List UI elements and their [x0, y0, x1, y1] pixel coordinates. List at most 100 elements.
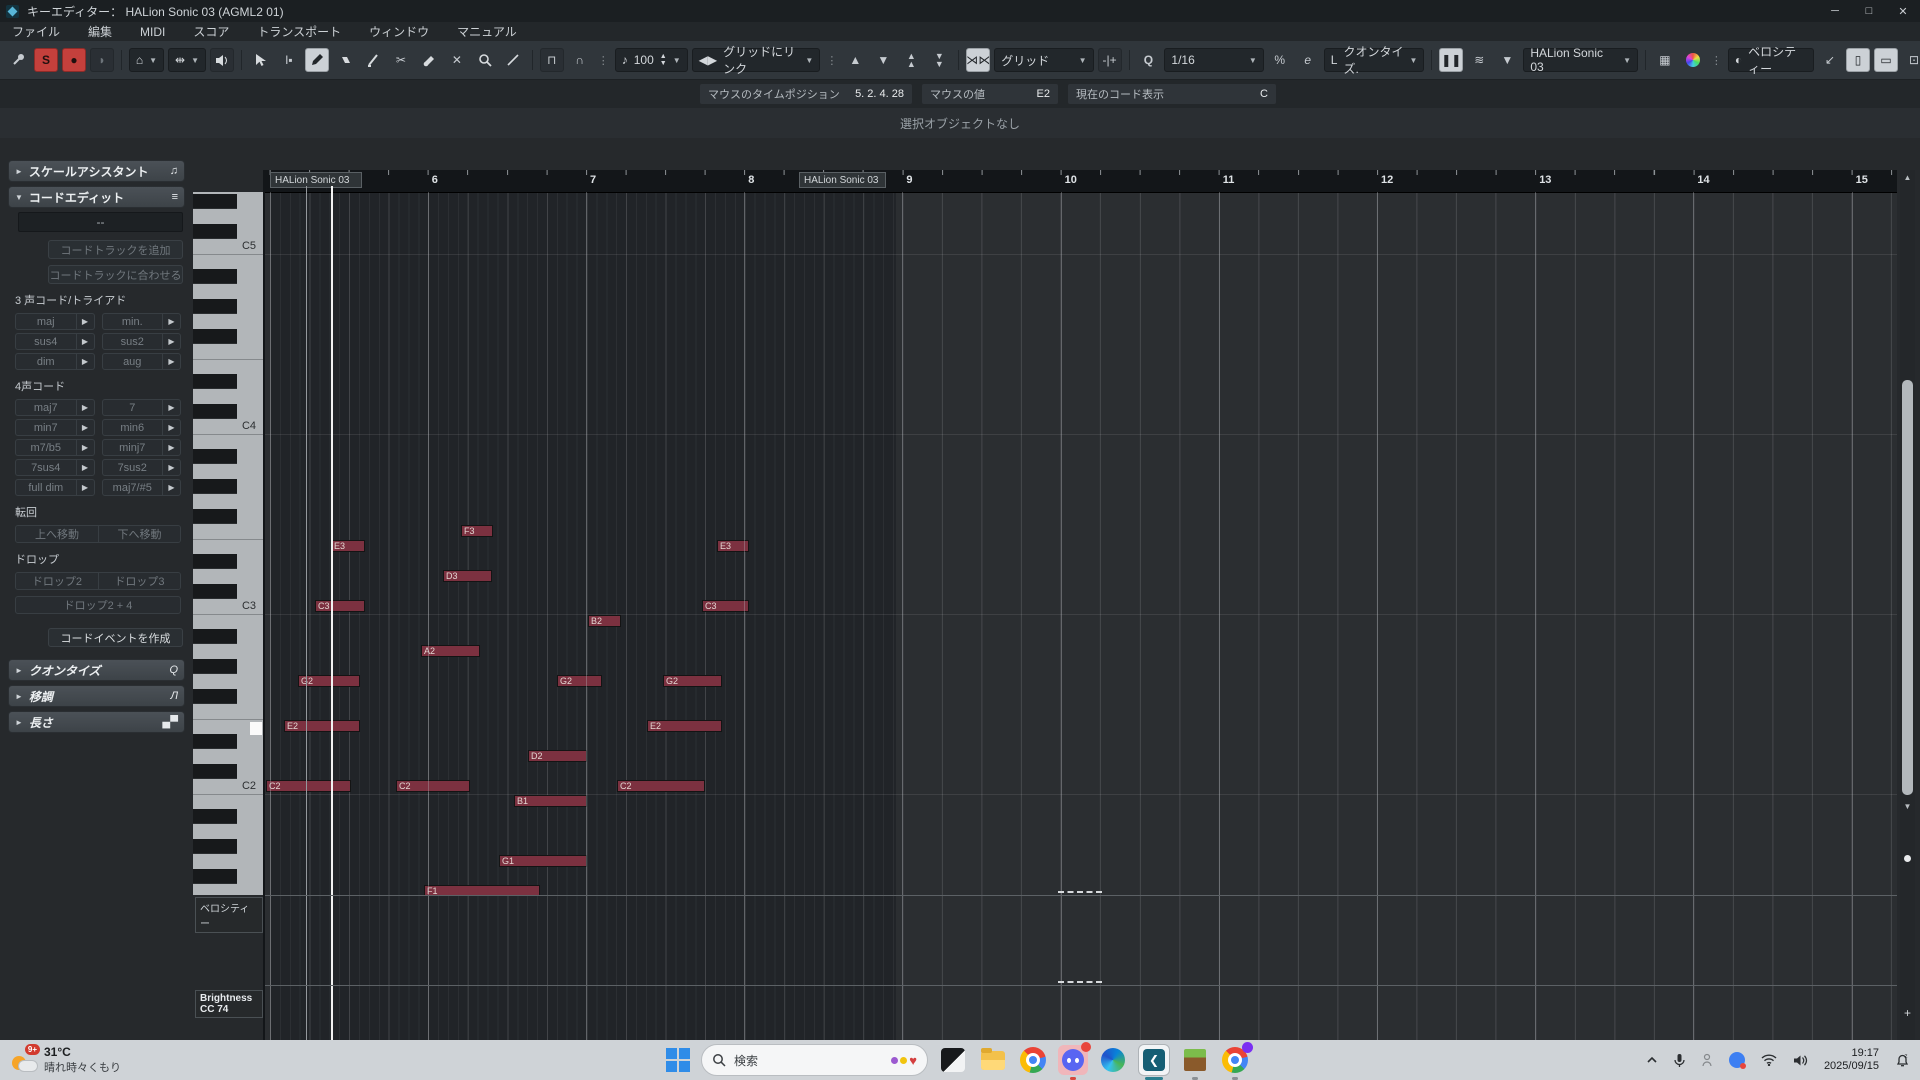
black-key[interactable]	[193, 329, 237, 344]
edge-icon[interactable]	[1098, 1045, 1128, 1075]
start-button[interactable]	[665, 1047, 691, 1073]
volume-tray-icon[interactable]	[1793, 1054, 1808, 1067]
black-key[interactable]	[193, 224, 237, 239]
drop-button-ドロップ2[interactable]: ドロップ2	[16, 573, 98, 589]
chord-button-maj7/#5[interactable]: maj7/#5▶	[102, 479, 182, 496]
chord-button-minj7[interactable]: minj7▶	[102, 439, 182, 456]
midi-note-F1[interactable]: F1	[424, 885, 540, 895]
chord-play-icon[interactable]: ▶	[162, 400, 180, 415]
cc-lane-label[interactable]: BrightnessCC 74	[195, 990, 263, 1018]
link-to-grid-dropdown[interactable]: ◀▶ グリッドにリンク▼	[692, 48, 821, 72]
chord-play-icon[interactable]: ▶	[162, 480, 180, 495]
black-key[interactable]	[193, 449, 237, 464]
black-key[interactable]	[193, 689, 237, 704]
section-quantize[interactable]: ►クオンタイズQ	[8, 659, 185, 681]
chord-button-min7[interactable]: min7▶	[15, 419, 95, 436]
hidden-icons-chevron[interactable]	[1646, 1056, 1658, 1064]
midi-note-G2[interactable]: G2	[663, 675, 722, 687]
chord-play-icon[interactable]: ▶	[76, 440, 94, 455]
part-pin-dropdown[interactable]: ⇹▼	[168, 48, 206, 72]
chord-play-icon[interactable]: ▶	[76, 354, 94, 369]
independent-loop-icon[interactable]: ⊓	[540, 48, 564, 72]
part-name-flag[interactable]: HALion Sonic 03	[270, 172, 362, 188]
match-chord-track-button[interactable]: コードトラックに合わせる	[48, 265, 183, 284]
transpose-down-icon[interactable]: ▼	[871, 48, 895, 72]
inversion-button-下へ移動[interactable]: 下へ移動	[98, 526, 180, 542]
velocity-lane-label[interactable]: ベロシティー	[195, 897, 263, 933]
edit-active-part-icon[interactable]: ≋	[1467, 48, 1491, 72]
inversion-button-上へ移動[interactable]: 上へ移動	[16, 526, 98, 542]
info-field-value[interactable]: C	[1260, 88, 1268, 100]
minecraft-icon[interactable]	[1180, 1045, 1210, 1075]
transpose-up-icon[interactable]: ▲	[843, 48, 867, 72]
curve-loop-icon[interactable]: ∩	[568, 48, 592, 72]
scissors-split-tool[interactable]: ✂	[389, 48, 413, 72]
black-key[interactable]	[193, 554, 237, 569]
transpose-octave-down-icon[interactable]: ▼▼	[927, 48, 951, 72]
chord-button-min.[interactable]: min.▶	[102, 313, 182, 330]
section-dots[interactable]: ⋮	[824, 54, 839, 67]
black-key[interactable]	[193, 404, 237, 419]
insert-velocity-value[interactable]: 100	[634, 53, 654, 67]
autoscroll-dropdown[interactable]: ⌂▼	[129, 48, 164, 72]
chord-button-sus4[interactable]: sus4▶	[15, 333, 95, 350]
object-selection-tool[interactable]	[249, 48, 273, 72]
chord-button-7[interactable]: 7▶	[102, 399, 182, 416]
velocity-caret[interactable]: ▼	[673, 56, 681, 65]
menu-item-MIDI[interactable]: MIDI	[140, 25, 165, 39]
chord-play-icon[interactable]: ▶	[162, 420, 180, 435]
midi-note-C2[interactable]: C2	[396, 780, 470, 792]
mute-tool[interactable]: ✕	[445, 48, 469, 72]
timeline-ruler[interactable]: 6789101112131415HALion Sonic 03HALion So…	[265, 170, 1897, 193]
taskbar-clock[interactable]: 19:17 2025/09/15	[1824, 1047, 1879, 1073]
length-quantize-dropdown[interactable]: L クオンタイズ.▼	[1324, 48, 1425, 72]
corner-arrow-icon[interactable]: ↙	[1818, 48, 1842, 72]
chrome-icon[interactable]	[1018, 1045, 1048, 1075]
step-grid-icon[interactable]: ▦	[1653, 48, 1677, 72]
chord-play-icon[interactable]: ▶	[76, 480, 94, 495]
eraser-tool[interactable]	[333, 48, 357, 72]
section-dots[interactable]: ⋮	[596, 54, 611, 67]
setup-window-layout-icon[interactable]: ⊡	[1902, 48, 1920, 72]
wifi-tray-icon[interactable]	[1761, 1054, 1777, 1066]
black-key[interactable]	[193, 299, 237, 314]
chord-button-sus2[interactable]: sus2▶	[102, 333, 182, 350]
scroll-down-arrow[interactable]: ▼	[1900, 802, 1915, 811]
editor-grid[interactable]: 6789101112131415HALion Sonic 03HALion So…	[265, 170, 1897, 1040]
zoom-handle-dot[interactable]	[1904, 855, 1911, 862]
chord-play-icon[interactable]: ▶	[76, 460, 94, 475]
app-dark-square-icon[interactable]	[938, 1045, 968, 1075]
midi-note-G1[interactable]: G1	[499, 855, 587, 867]
left-zone-toggle[interactable]: ▯	[1846, 48, 1870, 72]
scroll-up-arrow[interactable]: ▲	[1900, 173, 1915, 182]
midi-note-A2[interactable]: A2	[421, 645, 480, 657]
file-explorer-icon[interactable]	[978, 1045, 1008, 1075]
notification-bell-icon[interactable]: z	[1895, 1053, 1910, 1068]
chord-play-icon[interactable]: ▶	[162, 314, 180, 329]
zoom-plus-button[interactable]: +	[1900, 1006, 1915, 1020]
search-box[interactable]: 検索 ♥	[701, 1044, 928, 1076]
black-key[interactable]	[193, 509, 237, 524]
chord-button-maj[interactable]: maj▶	[15, 313, 95, 330]
black-key[interactable]	[193, 809, 237, 824]
menu-item-トランスポート[interactable]: トランスポート	[257, 23, 341, 40]
record-button[interactable]: ●	[62, 48, 86, 72]
pen-tray-icon[interactable]	[1701, 1053, 1713, 1067]
chord-button-7sus2[interactable]: 7sus2▶	[102, 459, 182, 476]
chord-button-aug[interactable]: aug▶	[102, 353, 182, 370]
midi-note-C2[interactable]: C2	[266, 780, 351, 792]
chord-play-icon[interactable]: ▶	[162, 460, 180, 475]
lower-zone-toggle[interactable]: ▭	[1874, 48, 1898, 72]
microphone-tray-icon[interactable]	[1674, 1053, 1685, 1068]
piano-keyboard[interactable]: C5C4C3C2	[193, 192, 263, 895]
chord-play-icon[interactable]: ▶	[76, 420, 94, 435]
quantize-preset-dropdown[interactable]: 1/16▼	[1164, 48, 1263, 72]
grid-adjust-button[interactable]: -|+	[1098, 48, 1122, 72]
info-field-value[interactable]: E2	[1037, 88, 1050, 100]
menu-item-マニュアル[interactable]: マニュアル	[457, 23, 517, 40]
playhead-cursor-line[interactable]	[306, 186, 307, 1040]
draw-pencil-tool[interactable]	[305, 48, 329, 72]
event-colors-dropdown[interactable]: ◐ ベロシティー	[1728, 48, 1814, 72]
menu-item-ファイル[interactable]: ファイル	[12, 23, 60, 40]
audition-moon-icon[interactable]: ◗	[90, 48, 114, 72]
